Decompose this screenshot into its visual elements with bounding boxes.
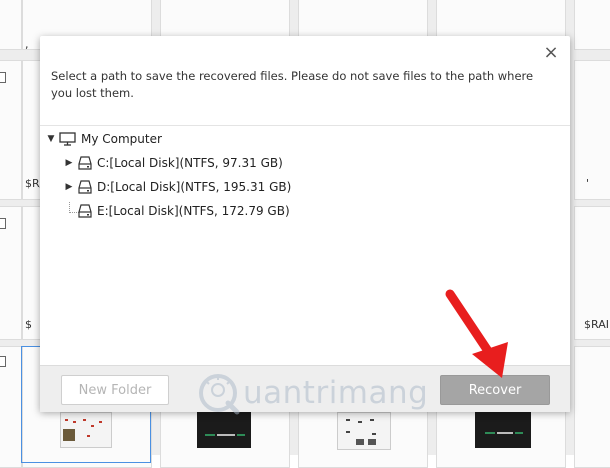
close-icon[interactable]: ×	[542, 44, 560, 62]
file-tile[interactable]	[574, 60, 610, 200]
tree-node-drive-d[interactable]: ▶ D:[Local Disk](NTFS, 195.31 GB)	[64, 178, 292, 196]
dialog-instructions: Select a path to save the recovered file…	[51, 69, 534, 100]
file-name-label: '	[586, 177, 590, 190]
chevron-down-icon[interactable]: ▼	[46, 134, 56, 144]
tree-node-label: My Computer	[81, 132, 162, 146]
file-name-label: $	[25, 318, 32, 331]
recover-button[interactable]: Recover	[440, 375, 550, 405]
disk-icon	[78, 204, 92, 218]
chevron-right-icon[interactable]: ▶	[64, 182, 74, 192]
new-folder-button[interactable]: New Folder	[61, 375, 169, 405]
tree-node-label: C:[Local Disk](NTFS, 97.31 GB)	[97, 156, 283, 170]
file-thumbnail	[475, 412, 531, 448]
file-tile[interactable]	[574, 0, 610, 50]
computer-icon	[59, 132, 76, 146]
dialog-footer: New Folder Recover	[40, 365, 570, 412]
file-name-label: ,	[25, 38, 29, 51]
tree-node-my-computer[interactable]: ▼ My Computer	[46, 130, 162, 148]
disk-icon	[78, 156, 92, 170]
file-tile[interactable]	[574, 346, 610, 468]
file-checkbox[interactable]	[0, 218, 6, 229]
folder-tree: ▼ My Computer ▶ C:[Local Disk](NTFS, 97.…	[40, 125, 570, 366]
file-thumbnail	[197, 412, 251, 448]
chevron-right-icon[interactable]: ▶	[64, 158, 74, 168]
tree-node-drive-e[interactable]: E:[Local Disk](NTFS, 172.79 GB)	[74, 202, 290, 220]
disk-icon	[78, 180, 92, 194]
file-name-label: $RAI	[584, 318, 609, 331]
save-path-dialog: × Select a path to save the recovered fi…	[40, 36, 570, 412]
tree-node-label: D:[Local Disk](NTFS, 195.31 GB)	[97, 180, 292, 194]
file-checkbox[interactable]	[0, 356, 6, 367]
file-thumbnail	[337, 412, 391, 450]
file-tile[interactable]	[0, 0, 22, 50]
file-checkbox[interactable]	[0, 72, 6, 83]
tree-node-drive-c[interactable]: ▶ C:[Local Disk](NTFS, 97.31 GB)	[64, 154, 283, 172]
tree-node-label: E:[Local Disk](NTFS, 172.79 GB)	[97, 204, 290, 218]
file-thumbnail	[60, 412, 112, 448]
